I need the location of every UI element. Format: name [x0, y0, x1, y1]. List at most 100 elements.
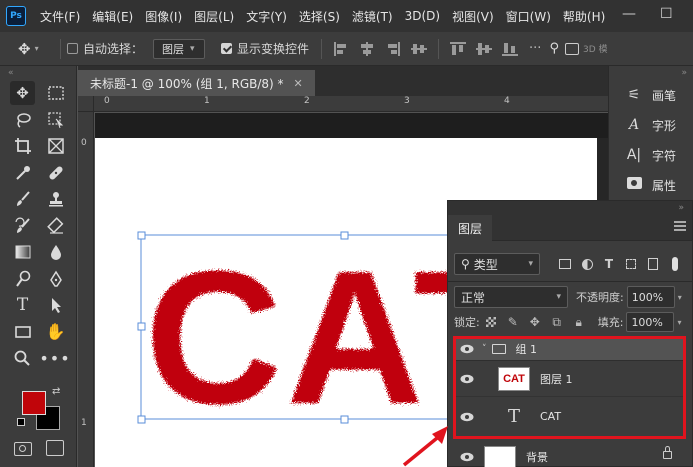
menu-filter[interactable]: 滤镜(T)	[346, 8, 399, 25]
edit-toolbar[interactable]: •••	[39, 346, 69, 370]
3d-mode-label[interactable]: 3D 模	[583, 42, 608, 55]
lock-all-icon[interactable]: 🔒︎	[570, 314, 588, 330]
photoshop-logo[interactable]: Ps	[6, 6, 26, 26]
layer-name[interactable]: 图层 1	[540, 371, 573, 387]
healing-brush-tool[interactable]	[43, 161, 68, 185]
rectangle-tool[interactable]	[10, 320, 35, 344]
minimize-button[interactable]: —	[622, 6, 636, 22]
expand-panels-icon[interactable]: »	[609, 66, 693, 80]
menu-3d[interactable]: 3D(D)	[399, 9, 446, 23]
chevron-down-icon[interactable]: ▾	[677, 318, 681, 327]
layer-row-background[interactable]: 背景	[456, 442, 686, 467]
tab-layers[interactable]: 图层	[448, 215, 493, 241]
align-right-edges-icon[interactable]	[384, 41, 402, 57]
transform-handle[interactable]	[137, 322, 146, 331]
character-panel-button[interactable]: A| 字符	[609, 140, 693, 170]
menu-edit[interactable]: 编辑(E)	[86, 8, 139, 25]
properties-panel-button[interactable]: 属性	[609, 170, 693, 200]
eraser-tool[interactable]	[43, 214, 68, 238]
vertical-ruler[interactable]: 0 1	[78, 112, 94, 467]
type-filter-icon[interactable]: T	[601, 256, 617, 272]
visibility-toggle[interactable]	[456, 344, 478, 354]
maximize-button[interactable]: ☐	[660, 6, 673, 22]
chevron-down-icon[interactable]: ˅	[482, 344, 487, 354]
menu-select[interactable]: 选择(S)	[293, 8, 346, 25]
lock-artboard-icon[interactable]: ⧉	[548, 314, 566, 330]
history-brush-tool[interactable]	[10, 214, 35, 238]
opacity-input[interactable]: 100%	[626, 286, 675, 308]
menu-type[interactable]: 文字(Y)	[240, 8, 293, 25]
quick-mask-button[interactable]	[14, 442, 32, 456]
menu-image[interactable]: 图像(I)	[139, 8, 188, 25]
lock-position-icon[interactable]: ✥	[526, 314, 544, 330]
menu-window[interactable]: 窗口(W)	[500, 8, 557, 25]
crop-tool[interactable]	[10, 134, 35, 158]
layer-name[interactable]: CAT	[540, 410, 561, 423]
gradient-tool[interactable]	[10, 240, 35, 264]
align-middle-icon[interactable]	[475, 41, 493, 57]
type-tool[interactable]: T	[10, 293, 35, 317]
layer-row-text[interactable]: T CAT	[456, 397, 686, 437]
layer-name[interactable]: 组 1	[516, 341, 538, 357]
visibility-toggle[interactable]	[456, 452, 478, 462]
smart-object-filter-icon[interactable]	[645, 256, 661, 272]
path-selection-tool[interactable]	[43, 293, 68, 317]
align-left-edges-icon[interactable]	[332, 41, 350, 57]
layer-row-group[interactable]: ˅ 组 1	[456, 337, 686, 361]
align-horizontal-centers-icon[interactable]	[358, 41, 376, 57]
workspace-icon[interactable]	[564, 42, 579, 55]
document-tab[interactable]: 未标题-1 @ 100% (组 1, RGB/8) * ✕	[78, 70, 315, 96]
filter-toggle[interactable]	[672, 257, 678, 271]
menu-view[interactable]: 视图(V)	[446, 8, 500, 25]
menu-help[interactable]: 帮助(H)	[557, 8, 611, 25]
screen-mode-button[interactable]	[46, 440, 64, 456]
layer-row-pixel[interactable]: CAT 图层 1	[456, 361, 686, 397]
lock-transparent-icon[interactable]	[482, 314, 500, 330]
frame-tool[interactable]	[43, 134, 68, 158]
glyphs-panel-button[interactable]: A 字形	[609, 110, 693, 140]
align-top-edges-icon[interactable]	[449, 41, 467, 57]
close-icon[interactable]: ✕	[294, 77, 303, 90]
ruler-origin[interactable]	[78, 96, 94, 112]
brush-tool[interactable]	[10, 187, 35, 211]
chevron-down-icon[interactable]: ▾	[678, 293, 682, 302]
auto-select-checkbox[interactable]	[67, 43, 78, 54]
adjustment-filter-icon[interactable]	[579, 256, 595, 272]
lock-pixels-icon[interactable]: ✎	[504, 314, 522, 330]
align-bottom-edges-icon[interactable]	[501, 41, 519, 57]
swap-colors-icon[interactable]: ⇄	[52, 386, 60, 397]
lasso-tool[interactable]	[10, 108, 35, 132]
menu-file[interactable]: 文件(F)	[34, 8, 86, 25]
default-colors-icon[interactable]	[17, 418, 25, 426]
fill-input[interactable]: 100%	[626, 312, 675, 332]
transform-handle[interactable]	[137, 231, 146, 240]
blend-mode-dropdown[interactable]: 正常 ▾	[454, 286, 568, 308]
menu-layer[interactable]: 图层(L)	[188, 8, 240, 25]
brush-settings-panel-button[interactable]: ⚟ 画笔	[609, 80, 693, 110]
eyedropper-tool[interactable]	[10, 161, 35, 185]
auto-select-target-dropdown[interactable]: 图层 ▾	[153, 38, 206, 59]
object-selection-tool[interactable]	[43, 108, 68, 132]
collapse-icon[interactable]: «	[0, 66, 76, 80]
pixel-filter-icon[interactable]	[557, 256, 573, 272]
foreground-color-swatch[interactable]	[22, 391, 46, 415]
blur-tool[interactable]	[43, 240, 68, 264]
panel-menu-icon[interactable]	[674, 221, 686, 233]
visibility-toggle[interactable]	[456, 374, 478, 384]
horizontal-ruler[interactable]: 0 1 2 3 4	[94, 96, 608, 112]
lock-icon[interactable]	[663, 446, 672, 459]
transform-handle[interactable]	[137, 415, 146, 424]
transform-handle[interactable]	[340, 231, 349, 240]
zoom-tool[interactable]	[10, 346, 34, 370]
layer-name[interactable]: 背景	[526, 449, 548, 465]
search-icon[interactable]: ⚲	[549, 41, 559, 56]
marquee-tool[interactable]	[43, 81, 68, 105]
pen-tool[interactable]	[43, 267, 68, 291]
stamp-tool[interactable]	[43, 187, 68, 211]
filter-kind-dropdown[interactable]: ⚲ 类型 ▾	[454, 253, 540, 275]
more-options-icon[interactable]: ···	[529, 41, 541, 56]
panel-collapse-icon[interactable]: »	[448, 201, 692, 215]
hand-tool[interactable]: ✋	[43, 320, 68, 344]
show-transform-checkbox[interactable]	[221, 43, 233, 54]
shape-filter-icon[interactable]	[623, 256, 639, 272]
